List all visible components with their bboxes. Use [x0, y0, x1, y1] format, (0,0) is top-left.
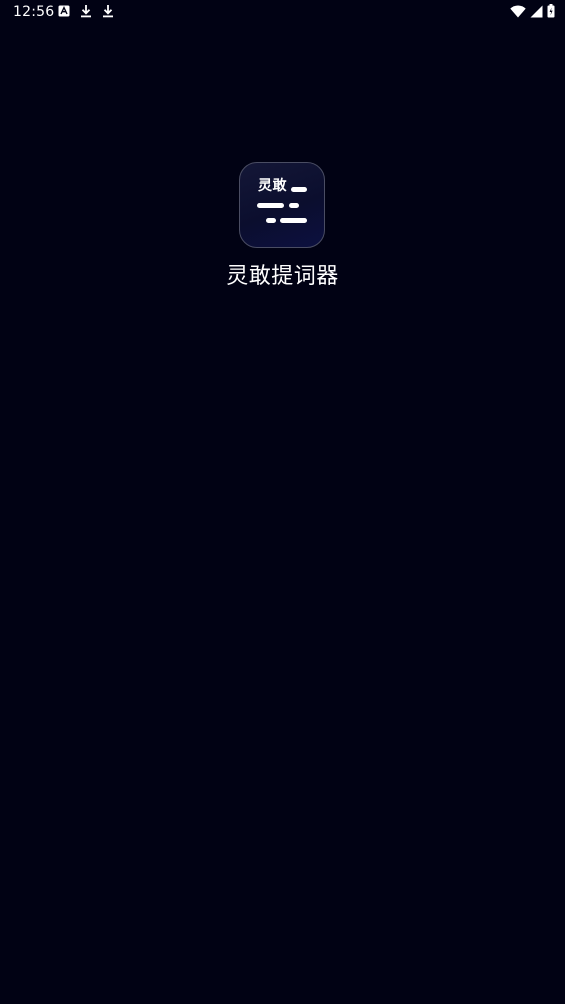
text-notification-icon [58, 5, 70, 17]
wifi-icon [510, 4, 526, 18]
cellular-signal-icon [530, 5, 543, 18]
app-logo-icon: 灵敢 [239, 162, 325, 248]
logo-line-bar [291, 187, 307, 192]
battery-icon [547, 4, 555, 18]
splash-screen: 12:56 灵敢 灵敢提词器 [0, 0, 565, 1004]
download-icon [80, 4, 92, 18]
notification-icons [58, 4, 114, 18]
logo-line-bar [257, 203, 284, 208]
logo-line-bar [266, 218, 276, 223]
status-time: 12:56 [13, 4, 55, 20]
app-logo-label: 灵敢 [258, 178, 287, 194]
logo-line-bar [289, 203, 299, 208]
app-name: 灵敢提词器 [226, 264, 339, 289]
status-bar: 12:56 [0, 0, 565, 24]
download-icon [102, 4, 114, 18]
system-icons [510, 4, 555, 18]
logo-line-bar [280, 218, 307, 223]
